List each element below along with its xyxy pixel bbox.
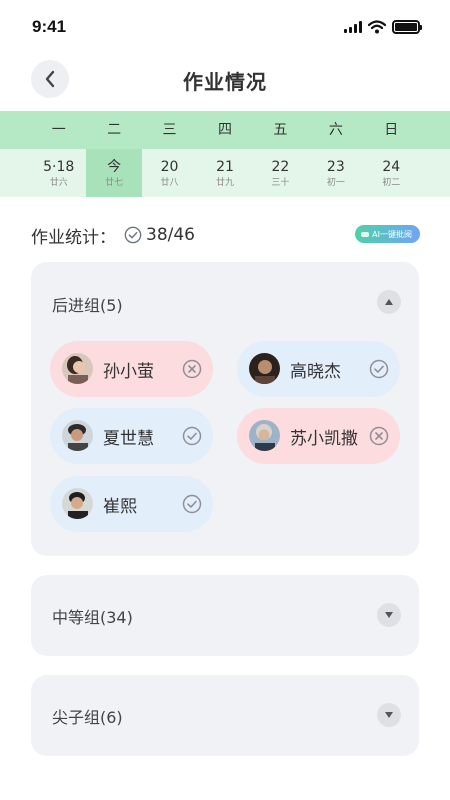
week-header: 一 二 三 四 五 六 日: [0, 111, 450, 149]
ai-icon: [361, 231, 370, 237]
group-card-top: 尖子组(6): [31, 675, 419, 756]
group-card-middle: 中等组(34): [31, 575, 419, 656]
avatar: [249, 353, 280, 384]
weekday-label: 五: [273, 122, 288, 138]
check-circle-icon: [124, 226, 142, 244]
status-time: 9:41: [32, 17, 67, 36]
lunar-date: 廿八: [160, 177, 179, 188]
check-circle-icon: [182, 426, 202, 446]
ai-batch-review-button[interactable]: AI一键批阅: [355, 225, 420, 243]
group-header[interactable]: 中等组(34): [31, 575, 419, 656]
stats-count: 38/46: [146, 225, 195, 245]
lunar-date: 初一: [326, 177, 345, 188]
student-name: 崔熙: [103, 497, 137, 517]
avatar: [249, 420, 280, 451]
date-cell[interactable]: 22 三十: [253, 149, 308, 197]
student-chip[interactable]: 苏小凯撒: [237, 408, 400, 464]
date-number: 20: [160, 158, 179, 175]
expand-icon[interactable]: [377, 603, 401, 627]
date-number: 21: [216, 158, 234, 175]
date-number: 5·18: [43, 158, 75, 175]
student-name: 苏小凯撒: [290, 429, 358, 449]
collapse-icon[interactable]: [377, 290, 401, 314]
group-header[interactable]: 尖子组(6): [31, 675, 419, 756]
student-name: 孙小萤: [103, 362, 154, 382]
nav-bar: 作业情况: [0, 56, 450, 104]
lunar-date: 廿九: [215, 177, 234, 188]
student-chip[interactable]: 夏世慧: [50, 408, 213, 464]
status-bar: 9:41: [0, 0, 450, 56]
lunar-date: 三十: [271, 177, 290, 188]
status-icons: [344, 19, 422, 35]
student-chip[interactable]: 崔熙: [50, 476, 213, 532]
page-title: 作业情况: [183, 70, 267, 94]
date-cell-today[interactable]: 今 廿七: [86, 149, 142, 197]
expand-icon[interactable]: [377, 703, 401, 727]
group-card-lagging: 后进组(5) 孙小萤 高晓杰 夏世慧 苏小凯撒 崔熙: [31, 262, 419, 556]
student-name: 夏世慧: [103, 429, 154, 449]
check-circle-icon: [369, 359, 389, 379]
group-title: 后进组(5): [52, 296, 123, 315]
check-circle-icon: [182, 494, 202, 514]
weekday-label: 日: [384, 122, 399, 138]
lunar-date: 廿七: [105, 177, 124, 188]
stats-label: 作业统计：: [31, 227, 116, 248]
cellular-signal-icon: [344, 21, 362, 33]
date-row: 5·18 廿六 今 廿七 20 廿八 21 廿九 22 三十 23 初一 24 …: [0, 149, 450, 197]
avatar: [62, 488, 93, 519]
lunar-date: 廿六: [49, 177, 68, 188]
date-number: 23: [326, 158, 345, 175]
date-number: 今: [107, 158, 122, 175]
date-number: 22: [271, 158, 290, 175]
weekday-label: 一: [51, 122, 66, 138]
avatar: [62, 353, 93, 384]
wifi-icon: [368, 20, 386, 34]
weekday-label: 四: [217, 122, 232, 138]
close-circle-icon: [369, 426, 389, 446]
weekday-label: 三: [162, 122, 177, 138]
date-cell[interactable]: 20 廿八: [142, 149, 197, 197]
student-name: 高晓杰: [290, 362, 341, 382]
weekday-label: 二: [107, 122, 122, 138]
avatar: [62, 420, 93, 451]
group-title: 中等组(34): [52, 608, 133, 627]
ai-batch-review-label: AI一键批阅: [372, 229, 412, 239]
group-title: 尖子组(6): [52, 708, 123, 727]
date-cell[interactable]: 21 廿九: [197, 149, 252, 197]
group-header[interactable]: 后进组(5): [31, 262, 419, 343]
student-chip[interactable]: 高晓杰: [237, 341, 400, 397]
date-cell[interactable]: 23 初一: [308, 149, 363, 197]
weekday-label: 六: [328, 122, 343, 138]
date-cell[interactable]: 24 初二: [364, 149, 419, 197]
student-chip[interactable]: 孙小萤: [50, 341, 213, 397]
close-circle-icon: [182, 359, 202, 379]
battery-icon: [392, 20, 422, 34]
homework-stats: 作业统计： 38/46 AI一键批阅: [31, 222, 420, 248]
lunar-date: 初二: [382, 177, 401, 188]
date-number: 24: [382, 158, 401, 175]
date-cell[interactable]: 5·18 廿六: [31, 149, 86, 197]
